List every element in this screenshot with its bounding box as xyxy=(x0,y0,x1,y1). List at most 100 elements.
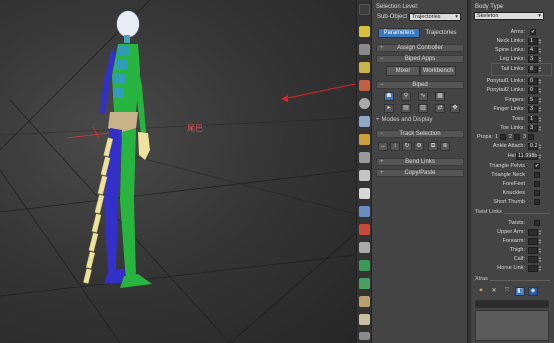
horse-link-spinner-icon[interactable]: ▴ ▾ xyxy=(539,265,543,272)
rollout-biped-apps[interactable]: − Biped Apps xyxy=(376,55,464,63)
forefeet-checkbox[interactable] xyxy=(534,181,540,187)
create-xtra-icon[interactable]: ✶ xyxy=(476,287,486,296)
tail-links-field[interactable]: 8 xyxy=(528,66,538,73)
rollout-biped[interactable]: − Biped xyxy=(376,81,464,89)
viewport-annotation-label: 尾巴 xyxy=(187,124,203,133)
figure-mode-icon[interactable]: ☗ xyxy=(384,92,394,101)
lock-cog-icon[interactable]: ⚙ xyxy=(414,142,424,151)
neck-links-field[interactable]: 1 xyxy=(528,38,538,45)
rollout-assign-controller[interactable]: + Assign Controller xyxy=(376,44,464,52)
triangle-pelvis-checkbox[interactable]: ✔ xyxy=(534,163,540,169)
toes-spinner-icon[interactable]: ▴ ▾ xyxy=(539,116,543,123)
modes-and-display-label[interactable]: + Modes and Display xyxy=(376,117,433,123)
xtras-option-icon[interactable]: ◈ xyxy=(528,287,538,296)
workbench-button[interactable]: Workbench xyxy=(420,66,456,76)
trajectories-dropdown[interactable]: Trajectories xyxy=(409,13,461,21)
render-icon[interactable] xyxy=(359,314,370,325)
height-field[interactable]: 11.998b xyxy=(516,153,538,160)
horse-link-field[interactable] xyxy=(528,265,538,272)
toes-field[interactable]: 1 xyxy=(528,116,538,123)
biped-playback-icon[interactable]: ▸ xyxy=(384,104,394,113)
body-horizontal-icon[interactable]: ↔ xyxy=(378,142,388,151)
arms-checkbox[interactable]: ✔ xyxy=(530,29,536,35)
spine-links-spinner-icon[interactable]: ▴ ▾ xyxy=(539,47,543,54)
mixer-button[interactable]: Mixer xyxy=(386,66,420,76)
save-file-icon[interactable]: ▥ xyxy=(418,104,428,113)
light-icon[interactable] xyxy=(359,62,370,73)
short-thumb-checkbox[interactable] xyxy=(534,199,540,205)
viewport[interactable]: 尾巴 xyxy=(0,0,356,343)
calf-field[interactable] xyxy=(528,256,538,263)
finger-links-field[interactable]: 3 xyxy=(528,106,538,113)
helper-icon[interactable] xyxy=(359,224,370,235)
particle-icon[interactable] xyxy=(359,278,370,289)
xtras-name-field[interactable] xyxy=(475,300,549,308)
delete-xtra-icon[interactable]: ✕ xyxy=(489,287,499,296)
body-vertical-icon[interactable]: ↕ xyxy=(390,142,400,151)
forearm-spinner-icon[interactable]: ▴ ▾ xyxy=(539,238,543,245)
create-opposite-xtra-icon[interactable]: ⤧ xyxy=(502,287,512,296)
fingers-field[interactable]: 5 xyxy=(528,97,538,104)
tail-links-spinner-icon[interactable]: ▴ ▾ xyxy=(539,66,543,73)
display-icon[interactable] xyxy=(359,152,370,163)
pin-icon[interactable] xyxy=(359,4,370,15)
shape-icon[interactable] xyxy=(359,206,370,217)
rollout-bend-links[interactable]: + Bend Links xyxy=(376,158,464,166)
height-spinner-icon[interactable]: ▴ ▾ xyxy=(539,153,543,160)
convert-icon[interactable]: ⇄ xyxy=(435,104,445,113)
biped-icon[interactable] xyxy=(359,98,370,109)
calf-spinner-icon[interactable]: ▴ ▾ xyxy=(539,256,543,263)
load-file-icon[interactable]: ▤ xyxy=(401,104,411,113)
forearm-field[interactable] xyxy=(528,238,538,245)
teapot-icon[interactable] xyxy=(359,26,370,37)
hierarchy-icon[interactable] xyxy=(359,116,370,127)
spine-links-field[interactable]: 4 xyxy=(528,47,538,54)
system-icon[interactable] xyxy=(359,242,370,253)
toe-links-field[interactable]: 3 xyxy=(528,125,538,132)
xtras-list[interactable] xyxy=(475,310,549,341)
leg-links-field[interactable]: 3 xyxy=(528,56,538,63)
symmetrical-icon[interactable]: ⧉ xyxy=(428,142,438,151)
footstep-mode-icon[interactable]: ⚲ xyxy=(401,92,411,101)
upper-arm-field[interactable] xyxy=(528,229,538,236)
tab-trajectories[interactable]: Trajectories xyxy=(420,28,462,38)
upper-arm-spinner-icon[interactable]: ▴ ▾ xyxy=(539,229,543,236)
neck-links-spinner-icon[interactable]: ▴ ▾ xyxy=(539,38,543,45)
opposite-icon[interactable]: ⧈ xyxy=(440,142,450,151)
thigh-field[interactable] xyxy=(528,247,538,254)
prop2-checkbox[interactable] xyxy=(514,134,520,140)
ankle-attach-spinner-icon[interactable]: ▴ ▾ xyxy=(539,143,543,150)
twists-checkbox[interactable] xyxy=(534,220,540,226)
space-warp-icon[interactable] xyxy=(359,260,370,271)
leg-links-spinner-icon[interactable]: ▴ ▾ xyxy=(539,56,543,63)
prop3-checkbox[interactable] xyxy=(528,134,534,140)
motion-flow-icon[interactable]: ∿ xyxy=(418,92,428,101)
ponytail1-links-field[interactable]: 0 xyxy=(528,78,538,85)
triangle-neck-checkbox[interactable] xyxy=(534,172,540,178)
mixer-mode-icon[interactable]: ▦ xyxy=(435,92,445,101)
mirror-selected-xtra-icon[interactable]: ◧ xyxy=(515,287,525,296)
ponytail2-links-field[interactable]: 0 xyxy=(528,87,538,94)
tab-parameters[interactable]: Parameters xyxy=(378,28,420,38)
rollout-track-selection[interactable]: − Track Selection xyxy=(376,130,464,138)
modifier-icon[interactable] xyxy=(359,80,370,91)
motion-icon[interactable] xyxy=(359,134,370,145)
finger-links-spinner-icon[interactable]: ▴ ▾ xyxy=(539,106,543,113)
body-type-dropdown[interactable]: Skeleton xyxy=(474,12,544,20)
move-all-mode-icon[interactable]: ✥ xyxy=(450,104,460,113)
toe-links-spinner-icon[interactable]: ▴ ▾ xyxy=(539,125,543,132)
fingers-spinner-icon[interactable]: ▴ ▾ xyxy=(539,97,543,104)
scene-icon[interactable] xyxy=(359,188,370,199)
body-rotation-icon[interactable]: ↻ xyxy=(402,142,412,151)
thigh-spinner-icon[interactable]: ▴ ▾ xyxy=(539,247,543,254)
utilities-icon[interactable] xyxy=(359,170,370,181)
cube-icon[interactable] xyxy=(359,44,370,55)
ponytail1-spinner-icon[interactable]: ▴ ▾ xyxy=(539,78,543,85)
ponytail2-spinner-icon[interactable]: ▴ ▾ xyxy=(539,87,543,94)
material-icon[interactable] xyxy=(359,296,370,307)
prop1-checkbox[interactable] xyxy=(500,134,506,140)
extra-icon[interactable] xyxy=(359,332,370,340)
rollout-copy-paste[interactable]: + Copy/Paste xyxy=(376,169,464,177)
knuckles-checkbox[interactable] xyxy=(534,190,540,196)
ankle-attach-field[interactable]: 0.2 xyxy=(528,143,538,150)
